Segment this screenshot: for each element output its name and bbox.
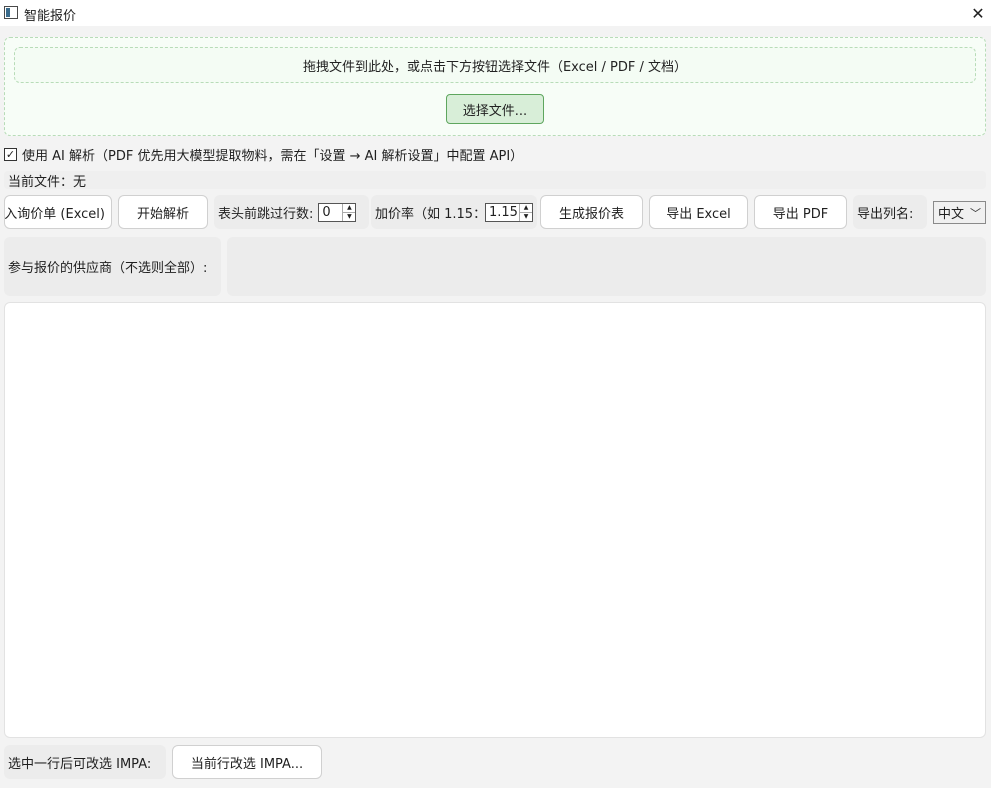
generate-quote-button[interactable]: 生成报价表 xyxy=(540,195,643,229)
file-drop-zone[interactable]: 拖拽文件到此处，或点击下方按钮选择文件（Excel / PDF / 文档） 选择… xyxy=(4,37,986,136)
markup-value: 1.15 xyxy=(489,204,518,220)
window-title: 智能报价 xyxy=(24,9,77,24)
supplier-label-panel: 参与报价的供应商（不选则全部）: xyxy=(4,237,221,296)
export-cols-value: 中文 xyxy=(938,207,965,222)
export-cols-label: 导出列名: xyxy=(857,206,914,222)
current-file-text: 当前文件：无 xyxy=(8,174,87,190)
export-pdf-button[interactable]: 导出 PDF xyxy=(754,195,847,229)
import-inquiry-button[interactable]: 导入询价单 (Excel) xyxy=(4,195,112,229)
markup-label: 加价率（如 1.15： xyxy=(375,206,485,222)
export-cols-group: 导出列名: xyxy=(853,195,927,229)
ai-parse-label: 使用 AI 解析（PDF 优先用大模型提取物料，需在「设置 → AI 解析设置」… xyxy=(22,148,524,164)
markup-group: 加价率（如 1.15： 1.15 ▲ ▼ xyxy=(371,195,537,229)
start-parse-button[interactable]: 开始解析 xyxy=(118,195,208,229)
drop-hint: 拖拽文件到此处，或点击下方按钮选择文件（Excel / PDF / 文档） xyxy=(14,47,976,83)
export-excel-button[interactable]: 导出 Excel xyxy=(649,195,748,229)
choose-file-button[interactable]: 选择文件... xyxy=(446,94,544,124)
spin-down-icon[interactable]: ▼ xyxy=(520,213,532,221)
close-icon[interactable]: ✕ xyxy=(965,0,991,26)
supplier-selection-area[interactable] xyxy=(227,237,986,296)
quote-table[interactable] xyxy=(4,302,986,738)
spin-up-icon[interactable]: ▲ xyxy=(520,204,532,213)
impa-label-panel: 选中一行后可改选 IMPA: xyxy=(4,745,166,779)
spin-up-icon[interactable]: ▲ xyxy=(343,204,356,213)
chevron-down-icon[interactable]: ﹀ xyxy=(970,205,981,221)
title-bar: 智能报价 ✕ xyxy=(0,0,991,26)
spin-arrows[interactable]: ▲ ▼ xyxy=(519,203,532,221)
export-cols-select[interactable]: 中文 ﹀ xyxy=(933,201,986,224)
impa-label: 选中一行后可改选 IMPA: xyxy=(8,756,152,772)
ai-parse-checkbox[interactable]: ✓ xyxy=(4,147,17,161)
spin-down-icon[interactable]: ▼ xyxy=(343,213,355,221)
import-inquiry-label: 导入询价单 (Excel) xyxy=(4,206,105,222)
change-impa-button[interactable]: 当前行改选 IMPA... xyxy=(172,745,322,779)
markup-spinbox[interactable]: 1.15 ▲ ▼ xyxy=(485,202,533,222)
app-window-icon xyxy=(4,6,18,19)
skip-rows-spinbox[interactable]: 0 ▲ ▼ xyxy=(318,202,357,222)
skip-rows-group: 表头前跳过行数: 0 ▲ ▼ xyxy=(214,195,369,229)
ai-parse-option[interactable]: ✓ 使用 AI 解析（PDF 优先用大模型提取物料，需在「设置 → AI 解析设… xyxy=(4,145,524,164)
supplier-label: 参与报价的供应商（不选则全部）: xyxy=(8,261,208,276)
skip-rows-value: 0 xyxy=(322,204,331,220)
spin-arrows[interactable]: ▲ ▼ xyxy=(342,203,356,221)
current-file-status: 当前文件：无 xyxy=(4,171,986,190)
skip-rows-label: 表头前跳过行数: xyxy=(218,206,314,222)
